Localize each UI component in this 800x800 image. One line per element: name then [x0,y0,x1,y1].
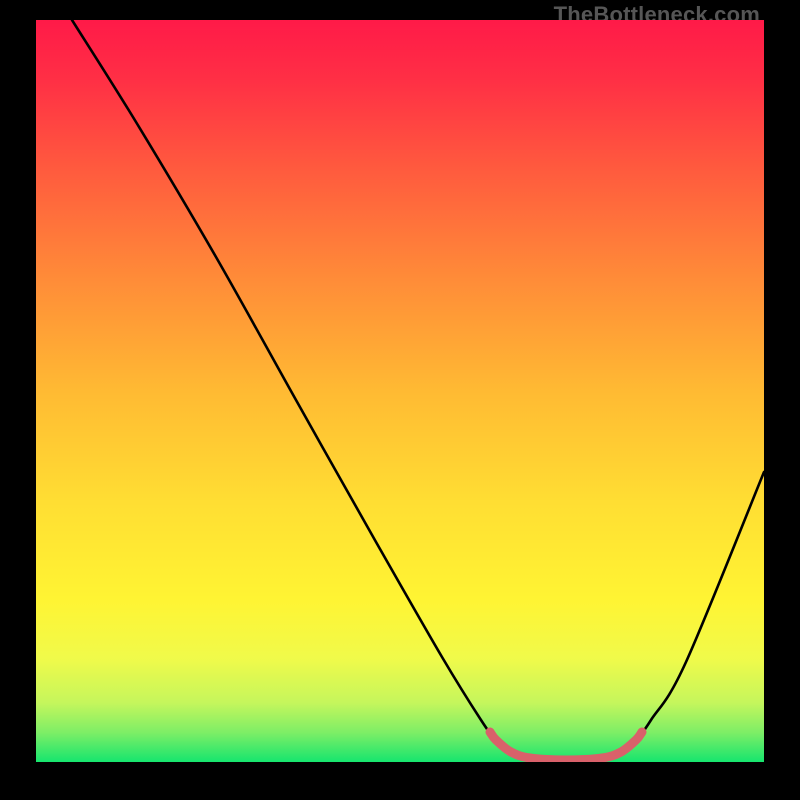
gradient-background [36,20,764,762]
bottleneck-chart [36,20,764,762]
chart-frame [36,20,764,762]
